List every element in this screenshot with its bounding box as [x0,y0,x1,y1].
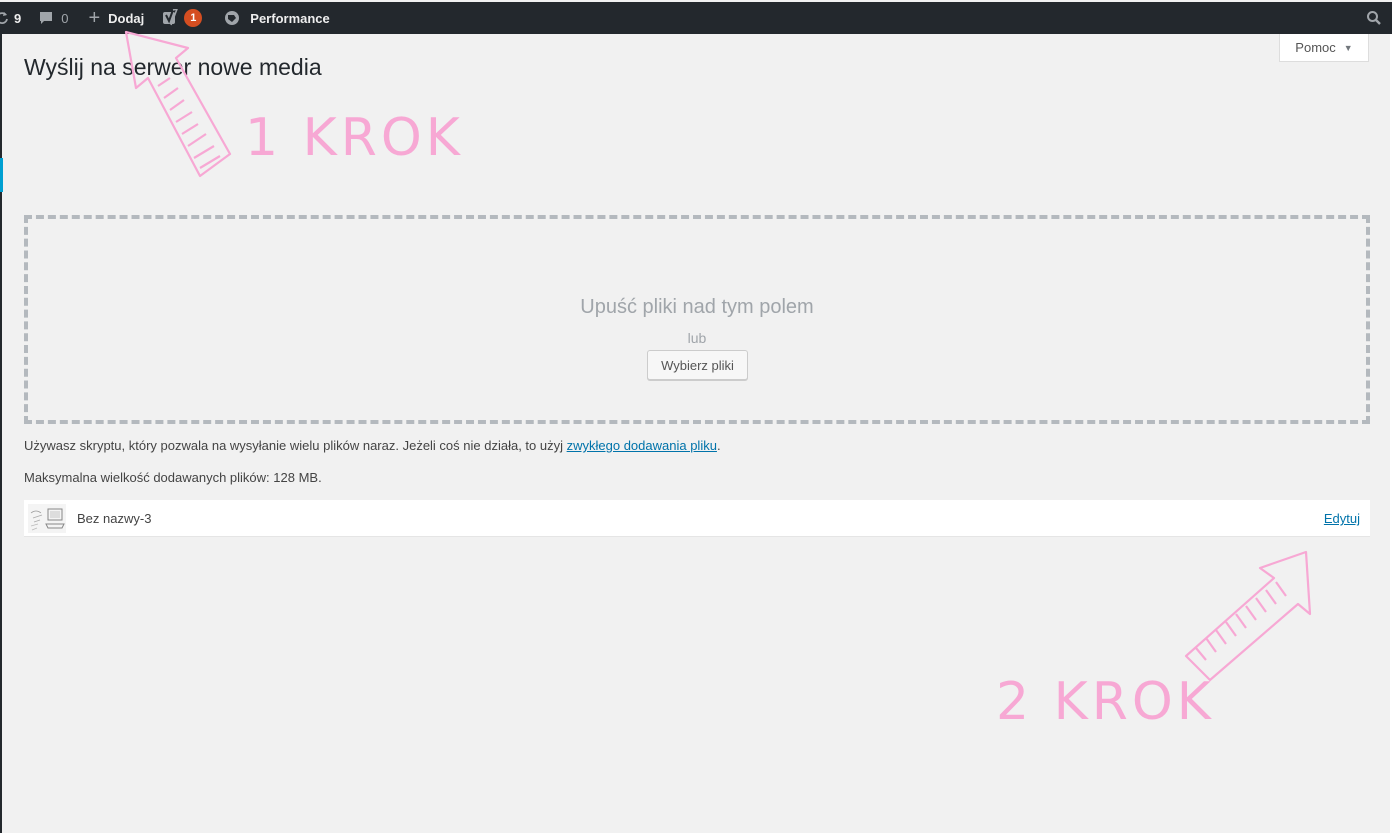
help-button[interactable]: Pomoc ▼ [1279,34,1369,62]
search-button[interactable] [1366,10,1382,29]
media-thumbnail [28,504,66,533]
multi-upload-info: Używasz skryptu, który pozwala na wysyła… [24,438,721,453]
upload-dropzone[interactable]: Upuść pliki nad tym polem lub Wybierz pl… [24,215,1370,424]
step-1-annotation: 1 KROK [245,108,464,168]
performance-icon [225,11,240,25]
annotation-arrow-2 [1184,550,1312,682]
search-icon [1367,11,1381,25]
updates-icon [0,12,8,24]
plus-icon: + [88,7,101,29]
info-period: . [716,438,721,453]
annotation-arrow-1 [124,30,232,178]
dropzone-title: Upuść pliki nad tym polem [580,296,814,318]
performance-label: Performance [250,10,330,26]
comments-count: 0 [61,10,69,26]
browser-uploader-link[interactable]: zwykłego dodawania pliku [567,438,717,453]
sidebar-edge [0,34,2,833]
updates-menu[interactable]: 9 [0,2,21,34]
comment-icon [40,12,53,24]
help-label: Pomoc [1295,40,1336,55]
multi-upload-text: Używasz skryptu, który pozwala na wysyła… [24,438,563,453]
yoast-icon [163,9,179,26]
media-item: Bez nazwy-3 Edytuj [24,500,1370,537]
step-2-annotation: 2 KROK [996,672,1215,732]
media-filename: Bez nazwy-3 [77,511,152,526]
new-content-label: Dodaj [108,10,145,26]
notification-badge: 1 [184,9,203,27]
select-files-button[interactable]: Wybierz pliki [647,350,748,380]
updates-count: 9 [14,10,22,26]
max-size-info: Maksymalna wielkość dodawanych plików: 1… [24,470,322,485]
edit-link[interactable]: Edytuj [1324,511,1360,526]
dropzone-or: lub [687,330,707,346]
caret-down-icon: ▼ [1343,42,1353,53]
comments-menu[interactable]: 0 [39,2,68,34]
performance-menu[interactable]: Performance [224,2,330,34]
sidebar-active-indicator [0,158,3,192]
